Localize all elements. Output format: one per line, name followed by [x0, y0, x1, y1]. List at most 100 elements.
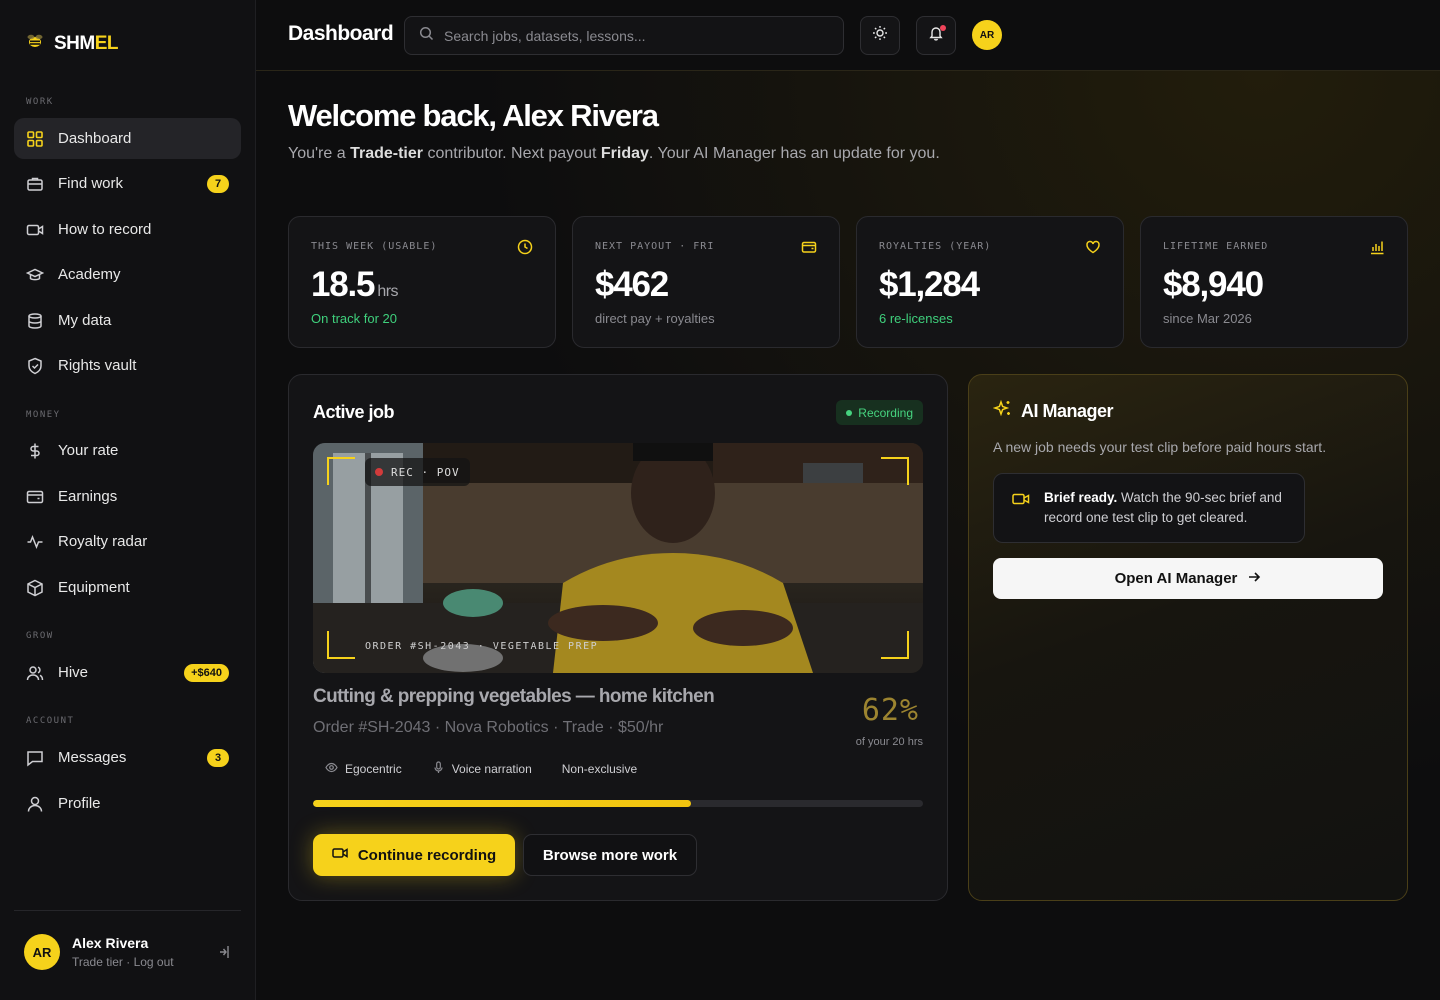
sun-icon [872, 25, 888, 46]
welcome-heading: Welcome back, Alex Rivera [288, 98, 659, 133]
sidebar-item-label: My data [58, 312, 112, 329]
nav-section-money: MONEY [26, 410, 61, 420]
stat-value: $8,940 [1163, 265, 1264, 304]
page-title: Dashboard [288, 22, 394, 45]
ai-manager-description: A new job needs your test clip before pa… [993, 439, 1327, 455]
box-icon [26, 579, 44, 597]
tag-voice-narration: Voice narration [420, 755, 544, 783]
viewfinder-corner [327, 631, 355, 659]
video-preview[interactable]: REC · POV ORDER #SH-2043 · VEGETABLE PRE… [313, 443, 923, 673]
stat-value: $1,284 [879, 265, 980, 304]
open-ai-manager-button[interactable]: Open AI Manager [993, 558, 1383, 599]
sidebar-item-rights-vault[interactable]: Rights vault [14, 345, 241, 386]
sidebar-item-find-work[interactable]: Find work 7 [14, 163, 241, 204]
sidebar-item-label: Find work [58, 175, 124, 192]
briefcase-icon [26, 175, 44, 193]
sidebar-item-label: Rights vault [58, 357, 137, 374]
ai-manager-card: AI Manager A new job needs your test cli… [968, 374, 1408, 901]
stat-sub: On track for 20 [311, 311, 397, 326]
rec-indicator: REC · POV [365, 458, 470, 486]
job-progress-caption: of your 20 hrs [855, 736, 923, 748]
video-icon [26, 221, 44, 239]
tag-non-exclusive: Non-exclusive [550, 755, 649, 783]
stat-card-this-week: THIS WEEK (USABLE) 18.5 hrs On track for … [288, 216, 556, 348]
search-bar[interactable] [404, 16, 844, 55]
tag-label: Non-exclusive [561, 762, 638, 776]
clock-icon [517, 239, 533, 260]
sidebar-item-profile[interactable]: Profile [14, 783, 241, 824]
stat-card-royalties: ROYALTIES (YEAR) $1,284 6 re-licenses [856, 216, 1124, 348]
button-label: Continue recording [357, 846, 497, 864]
sidebar-divider [14, 910, 241, 911]
button-label: Open AI Manager [1114, 570, 1238, 587]
stat-card-next-payout: NEXT PAYOUT · FRI $462 direct pay + roya… [572, 216, 840, 348]
rec-dot [375, 468, 383, 476]
video-overlay-caption: ORDER #SH-2043 · VEGETABLE PREP [365, 641, 599, 652]
count-badge: 3 [207, 749, 229, 767]
status-label: Recording [858, 405, 913, 420]
grid-icon [26, 130, 44, 148]
activity-icon [26, 533, 44, 551]
arrow-right-icon [1247, 570, 1261, 588]
sidebar-item-hive[interactable]: Hive +$640 [14, 652, 241, 693]
job-progress-percent: 62% [861, 693, 919, 728]
search-input[interactable] [444, 27, 824, 44]
avatar[interactable]: AR [972, 20, 1002, 50]
rec-label: REC · POV [391, 465, 460, 479]
viewfinder-corner [327, 457, 355, 485]
sidebar-item-label: How to record [58, 221, 152, 238]
stat-label: NEXT PAYOUT · FRI [595, 241, 715, 252]
user-tier-logout[interactable]: Trade tier · Log out [72, 955, 174, 969]
job-name: Cutting & prepping vegetables — home kit… [313, 686, 715, 707]
dollar-icon [26, 442, 44, 460]
active-job-card: Active job Recording REC · POV ORDER #SH… [288, 374, 948, 901]
sidebar-item-academy[interactable]: Academy [14, 254, 241, 295]
stat-sub: 6 re-licenses [879, 311, 953, 326]
viewfinder-corner [881, 631, 909, 659]
stat-sub: direct pay + royalties [595, 311, 715, 326]
sidebar-item-label: Earnings [58, 488, 118, 505]
sidebar-item-how-to-record[interactable]: How to record [14, 209, 241, 250]
bee-icon [24, 30, 46, 57]
sidebar-item-earnings[interactable]: Earnings [14, 476, 241, 517]
sidebar-item-your-rate[interactable]: Your rate [14, 430, 241, 471]
welcome-subtitle: You're a Trade-tier contributor. Next pa… [288, 145, 940, 162]
search-icon [419, 26, 434, 46]
sidebar-item-label: Equipment [58, 579, 130, 596]
brand-logo[interactable]: SHMEL [24, 30, 119, 57]
stat-value: 18.5 hrs [311, 265, 399, 304]
sidebar-item-label: Dashboard [58, 130, 132, 147]
top-bar: Dashboard AR [256, 0, 1440, 71]
sidebar-item-dashboard[interactable]: Dashboard [14, 118, 241, 159]
logout-icon[interactable] [218, 944, 232, 965]
sidebar-item-equipment[interactable]: Equipment [14, 567, 241, 608]
nav-section-work: WORK [26, 97, 54, 107]
continue-recording-button[interactable]: Continue recording [313, 834, 515, 876]
sidebar-item-label: Your rate [58, 442, 119, 459]
sidebar: SHMEL WORK Dashboard Find work 7 How to … [0, 0, 256, 1000]
brief-notice: Brief ready. Watch the 90-sec brief and … [993, 473, 1305, 543]
tag-label: Voice narration [451, 762, 532, 776]
sidebar-item-messages[interactable]: Messages 3 [14, 737, 241, 778]
wallet-icon [801, 239, 817, 260]
heart-icon [1085, 239, 1101, 260]
theme-toggle-button[interactable] [860, 16, 900, 55]
users-icon [26, 664, 44, 682]
browse-more-work-button[interactable]: Browse more work [523, 834, 697, 876]
stat-value: $462 [595, 265, 669, 304]
eye-icon [325, 761, 338, 777]
ai-manager-title-text: AI Manager [1021, 401, 1114, 421]
status-dot [846, 409, 853, 416]
sidebar-item-royalty-radar[interactable]: Royalty radar [14, 521, 241, 562]
sidebar-item-my-data[interactable]: My data [14, 300, 241, 341]
tag-egocentric: Egocentric [313, 755, 414, 783]
user-profile[interactable]: AR Alex Rivera Trade tier · Log out [24, 934, 174, 970]
notifications-button[interactable] [916, 16, 956, 55]
tag-label: Egocentric [345, 762, 402, 776]
stat-card-lifetime: LIFETIME EARNED $8,940 since Mar 2026 [1140, 216, 1408, 348]
avatar[interactable]: AR [24, 934, 60, 970]
video-icon [332, 845, 348, 865]
active-job-title: Active job [313, 402, 395, 422]
job-meta: Order #SH-2043 · Nova Robotics · Trade ·… [313, 719, 664, 736]
brief-text: Brief ready. Watch the 90-sec brief and … [1044, 490, 1282, 525]
